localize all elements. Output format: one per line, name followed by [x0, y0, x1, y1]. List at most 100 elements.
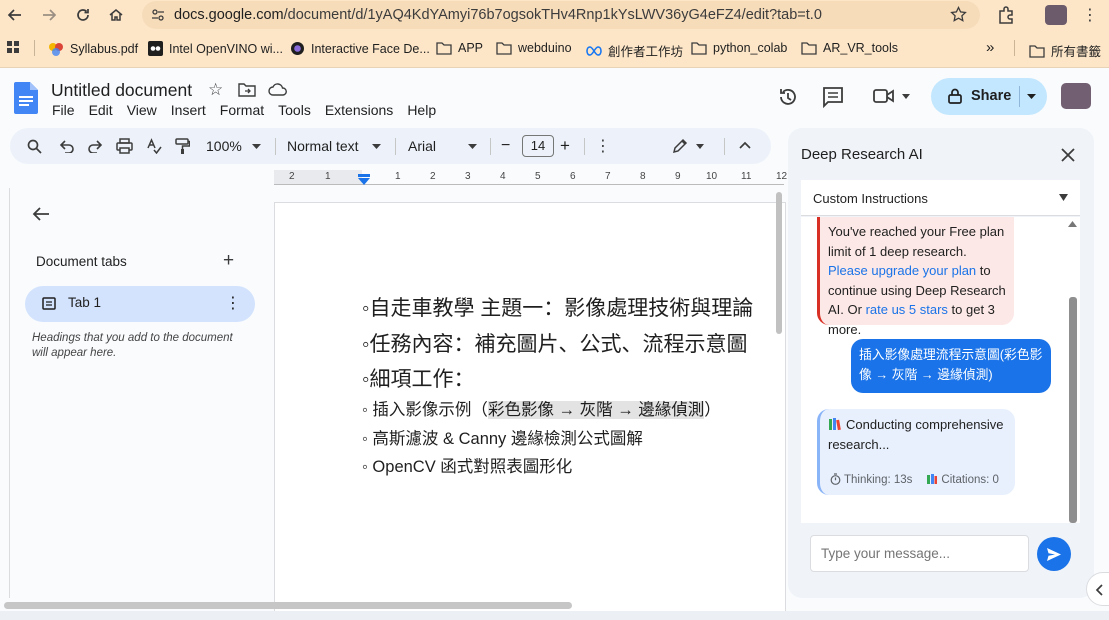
increase-font-size-button[interactable]: +	[560, 128, 570, 164]
scroll-up-arrow-icon[interactable]	[1068, 221, 1077, 227]
font-size-input[interactable]: 14	[522, 135, 554, 157]
overflow-chevron-icon: »	[986, 39, 995, 56]
document-line[interactable]: ◦細項工作：	[362, 363, 474, 393]
more-tools-icon[interactable]: ⋮	[595, 136, 611, 156]
scrollbar-thumb[interactable]	[776, 192, 782, 334]
apps-grid-icon[interactable]	[6, 40, 20, 54]
indent-marker-icon[interactable]	[358, 174, 370, 185]
document-line[interactable]: ◦任務內容：補充圖片、公式、流程示意圖	[362, 328, 747, 358]
forward-button[interactable]	[38, 4, 60, 26]
menu-tools[interactable]: Tools	[278, 102, 311, 118]
message-input[interactable]	[810, 535, 1029, 572]
profile-avatar[interactable]	[1045, 5, 1067, 25]
paint-format-icon[interactable]	[175, 138, 190, 155]
meta-infinity-icon	[586, 45, 602, 56]
meet-video-icon[interactable]	[873, 87, 895, 105]
bookmarks-overflow-button[interactable]: »	[986, 39, 994, 56]
zoom-dropdown-icon[interactable]	[252, 144, 261, 149]
menu-view[interactable]: View	[127, 102, 157, 118]
redo-icon[interactable]	[88, 139, 103, 153]
back-arrow-icon[interactable]	[32, 206, 50, 222]
reload-button[interactable]	[72, 4, 94, 26]
extensions-icon[interactable]	[997, 6, 1015, 24]
document-tab-icon	[42, 297, 56, 310]
site-settings-icon[interactable]	[150, 7, 166, 23]
all-bookmarks-button[interactable]: 所有書籤	[1029, 41, 1101, 60]
send-button[interactable]	[1037, 537, 1071, 571]
address-bar[interactable]: docs.google.com/document/d/1yAQ4KdYAmyi7…	[142, 1, 980, 29]
rate-us-link[interactable]: rate us 5 stars	[866, 302, 948, 317]
menu-file[interactable]: File	[52, 102, 75, 118]
share-button[interactable]: Share	[931, 78, 1047, 115]
thinking-text: Thinking: 13s	[844, 474, 913, 486]
paragraph-style-select[interactable]: Normal text	[287, 128, 359, 164]
menu-format[interactable]: Format	[220, 102, 264, 118]
spelling-check-icon[interactable]	[146, 138, 162, 154]
hide-menus-chevron-icon[interactable]	[739, 141, 751, 149]
bookmark-label: 創作者工作坊	[608, 45, 684, 59]
editing-mode-dropdown-icon[interactable]	[696, 144, 704, 149]
add-tab-plus-icon[interactable]: +	[223, 250, 234, 272]
back-button[interactable]	[4, 4, 26, 26]
menu-help[interactable]: Help	[407, 102, 436, 118]
menu-bar: File Edit View Insert Format Tools Exten…	[52, 102, 436, 118]
home-button[interactable]	[105, 4, 127, 26]
ruler-label: 7	[605, 171, 611, 182]
folder-icon	[1029, 44, 1045, 58]
bookmark-app-folder[interactable]: APP	[436, 41, 483, 55]
share-dropdown-icon[interactable]	[1027, 94, 1036, 99]
menu-edit[interactable]: Edit	[89, 102, 113, 118]
document-line[interactable]: ◦自走車教學 主題一：影像處理技術與理論	[362, 292, 753, 322]
custom-instructions-toggle[interactable]: Custom Instructions	[801, 180, 1080, 216]
meet-dropdown-icon[interactable]	[902, 94, 910, 99]
zoom-select[interactable]: 100%	[206, 128, 242, 164]
bookmark-interactive-face[interactable]: Interactive Face De...	[290, 41, 430, 56]
forward-arrow-icon	[43, 9, 57, 21]
font-dropdown-icon[interactable]	[468, 144, 477, 149]
ruler-label: 5	[535, 171, 541, 182]
bookmark-webduino-folder[interactable]: webduino	[496, 41, 572, 55]
cloud-saved-icon[interactable]	[268, 82, 288, 97]
bookmark-creator-workshop[interactable]: 創作者工作坊	[586, 41, 683, 60]
document-line[interactable]: ◦ 插入影像示例（彩色影像 → 灰階 → 邊緣偵測）	[362, 396, 721, 420]
docs-logo-icon[interactable]	[14, 82, 38, 114]
user-avatar[interactable]	[1061, 83, 1091, 109]
bookmark-star-icon[interactable]	[950, 6, 967, 23]
bookmark-python-colab-folder[interactable]: python_colab	[691, 41, 787, 55]
editing-mode-pencil-icon[interactable]	[672, 138, 688, 154]
move-folder-icon[interactable]	[238, 82, 256, 97]
document-title[interactable]: Untitled document	[51, 80, 192, 101]
upgrade-plan-link[interactable]: Please upgrade your plan	[828, 263, 976, 278]
assistant-text: Conducting comprehensive research...	[828, 417, 1004, 452]
browser-toolbar: docs.google.com/document/d/1yAQ4KdYAmyi7…	[0, 0, 1109, 30]
font-select[interactable]: Arial	[408, 128, 436, 164]
vertical-ruler	[0, 188, 10, 598]
menu-insert[interactable]: Insert	[171, 102, 206, 118]
document-scrollbar[interactable]	[774, 190, 784, 610]
close-icon[interactable]	[1060, 147, 1076, 163]
undo-icon[interactable]	[59, 139, 74, 153]
bookmark-label: 所有書籤	[1051, 45, 1102, 59]
print-icon[interactable]	[116, 138, 133, 154]
star-icon[interactable]: ☆	[208, 80, 223, 100]
bookmark-openvino[interactable]: Intel OpenVINO wi...	[148, 41, 283, 56]
bookmark-ar-vr-folder[interactable]: AR_VR_tools	[801, 41, 898, 55]
version-history-icon[interactable]	[777, 86, 799, 108]
comments-icon[interactable]	[822, 86, 844, 108]
document-line[interactable]: ◦ 高斯濾波 & Canny 邊緣檢測公式圖解	[362, 425, 643, 449]
books-icon	[927, 474, 938, 484]
browser-menu-icon[interactable]: ⋮	[1082, 5, 1098, 25]
style-dropdown-icon[interactable]	[372, 144, 381, 149]
decrease-font-size-button[interactable]: −	[501, 128, 510, 164]
bookmark-syllabus[interactable]: Syllabus.pdf	[48, 41, 138, 57]
tab-1[interactable]: Tab 1 ⋮	[25, 286, 255, 322]
search-menus-icon[interactable]	[27, 139, 42, 154]
tab-options-icon[interactable]: ⋮	[225, 293, 241, 313]
share-label: Share	[971, 88, 1012, 104]
document-line[interactable]: ◦ OpenCV 函式對照表圖形化	[362, 453, 572, 477]
horizontal-scrollbar-thumb[interactable]	[4, 602, 572, 609]
side-panel-toggle[interactable]	[1086, 572, 1109, 606]
back-arrow-icon	[7, 9, 21, 21]
menu-extensions[interactable]: Extensions	[325, 102, 393, 118]
chat-scrollbar-thumb[interactable]	[1069, 297, 1077, 523]
